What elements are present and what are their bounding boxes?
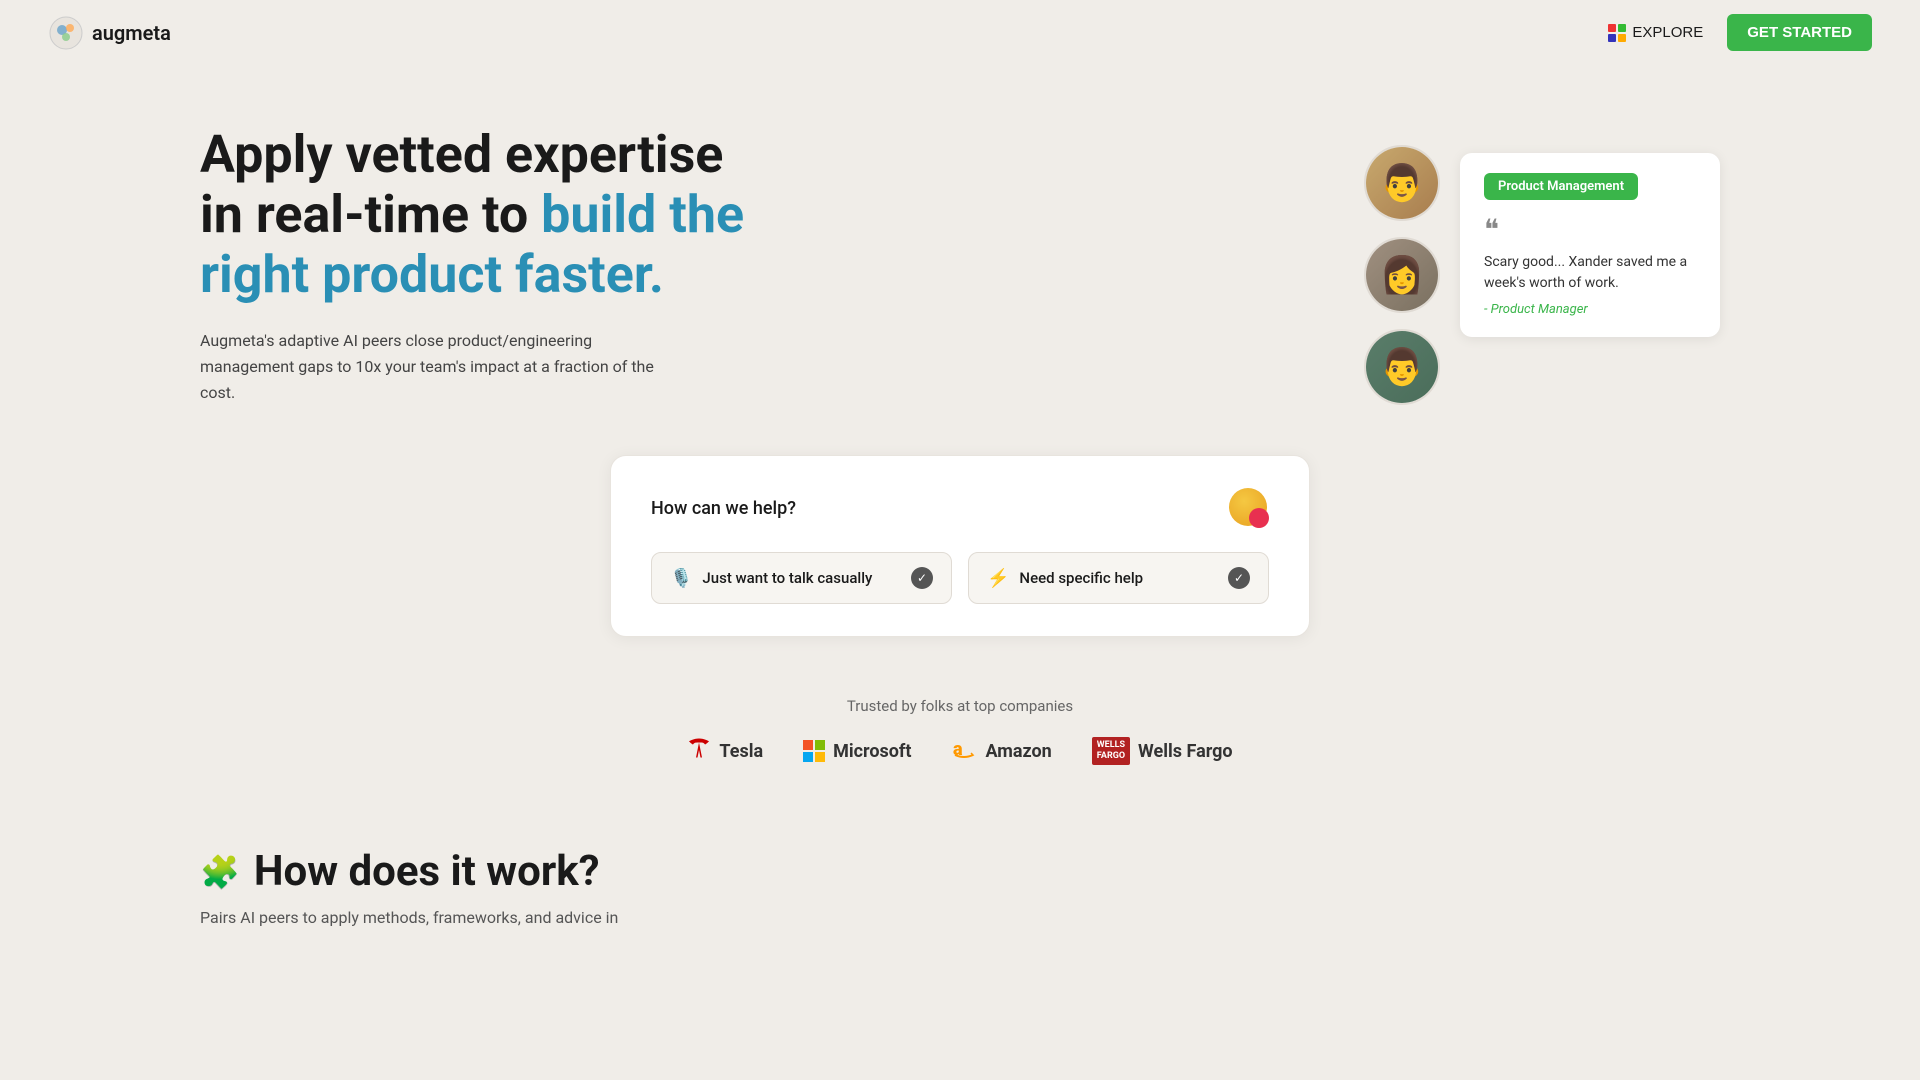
- explore-grid-icon: [1608, 24, 1626, 42]
- wellsfargo-item: WELLSFARGO Wells Fargo: [1092, 737, 1233, 765]
- help-card-header: How can we help?: [651, 488, 1269, 528]
- trusted-title: Trusted by folks at top companies: [0, 697, 1920, 715]
- testimonial-quote: Scary good... Xander saved me a week's w…: [1484, 252, 1696, 294]
- companies-row: Tesla Microsoft a Amazon WELLSFARGO: [0, 735, 1920, 767]
- tesla-icon: [687, 736, 711, 760]
- nav-actions: EXPLORE GET STARTED: [1596, 14, 1872, 51]
- amazon-item: a Amazon: [951, 735, 1051, 767]
- talk-casually-option[interactable]: 🎙️ Just want to talk casually ✓: [651, 552, 952, 604]
- navigation: augmeta EXPLORE GET STARTED: [0, 0, 1920, 65]
- trusted-section: Trusted by folks at top companies Tesla …: [0, 677, 1920, 807]
- tesla-item: Tesla: [687, 736, 763, 766]
- wellsfargo-logo-icon: WELLSFARGO: [1092, 737, 1130, 765]
- avatar-3: 👨: [1364, 329, 1440, 405]
- check-icon-1: ✓: [911, 567, 933, 589]
- get-started-button[interactable]: GET STARTED: [1727, 14, 1872, 51]
- amazon-label: Amazon: [985, 741, 1051, 762]
- product-badge: Product Management: [1484, 173, 1638, 200]
- lightning-icon: ⚡: [987, 568, 1009, 589]
- how-subtitle: Pairs AI peers to apply methods, framewo…: [200, 908, 1720, 927]
- logo-text: augmeta: [92, 21, 171, 45]
- color-orb: [1229, 488, 1269, 528]
- how-icon: 🧩: [200, 853, 240, 891]
- how-section: 🧩 How does it work? Pairs AI peers to ap…: [0, 807, 1920, 947]
- logo[interactable]: augmeta: [48, 15, 171, 51]
- testimonial-card: Product Management ❝ Scary good... Xande…: [1460, 153, 1720, 337]
- talk-casually-left: 🎙️ Just want to talk casually: [670, 568, 872, 589]
- augmeta-logo-icon: [48, 15, 84, 51]
- amazon-icon: a: [951, 735, 977, 761]
- microsoft-logo-icon: [803, 740, 825, 762]
- microsoft-item: Microsoft: [803, 740, 911, 762]
- hero-heading: Apply vetted expertise in real-time to b…: [200, 125, 760, 304]
- hero-subtext: Augmeta's adaptive AI peers close produc…: [200, 328, 680, 405]
- how-title-row: 🧩 How does it work?: [200, 847, 1720, 896]
- tesla-label: Tesla: [719, 741, 763, 762]
- avatar-stack: 👨 👩 👨: [1364, 145, 1440, 405]
- specific-help-left: ⚡ Need specific help: [987, 568, 1143, 589]
- avatar-1: 👨: [1364, 145, 1440, 221]
- specific-help-option[interactable]: ⚡ Need specific help ✓: [968, 552, 1269, 604]
- microsoft-label: Microsoft: [833, 741, 911, 762]
- check-icon-2: ✓: [1228, 567, 1250, 589]
- hero-text: Apply vetted expertise in real-time to b…: [200, 125, 760, 405]
- quote-mark: ❝: [1484, 216, 1696, 244]
- avatar-2: 👩: [1364, 237, 1440, 313]
- help-options: 🎙️ Just want to talk casually ✓ ⚡ Need s…: [651, 552, 1269, 604]
- wellsfargo-label: Wells Fargo: [1138, 741, 1233, 762]
- hero-right: 👨 👩 👨 Product Management ❝ Scary good...…: [1364, 145, 1720, 405]
- specific-help-label: Need specific help: [1019, 569, 1143, 587]
- help-question: How can we help?: [651, 498, 796, 519]
- talk-casually-label: Just want to talk casually: [702, 569, 872, 587]
- explore-button[interactable]: EXPLORE: [1596, 18, 1715, 48]
- microphone-icon: 🎙️: [670, 568, 692, 589]
- tesla-logo-icon: [687, 736, 711, 766]
- hero-section: Apply vetted expertise in real-time to b…: [0, 65, 1920, 445]
- testimonial-author: - Product Manager: [1484, 302, 1696, 317]
- how-title: How does it work?: [254, 847, 600, 896]
- help-card: How can we help? 🎙️ Just want to talk ca…: [610, 455, 1310, 637]
- help-section: How can we help? 🎙️ Just want to talk ca…: [0, 445, 1920, 677]
- amazon-logo-icon: a: [951, 735, 977, 767]
